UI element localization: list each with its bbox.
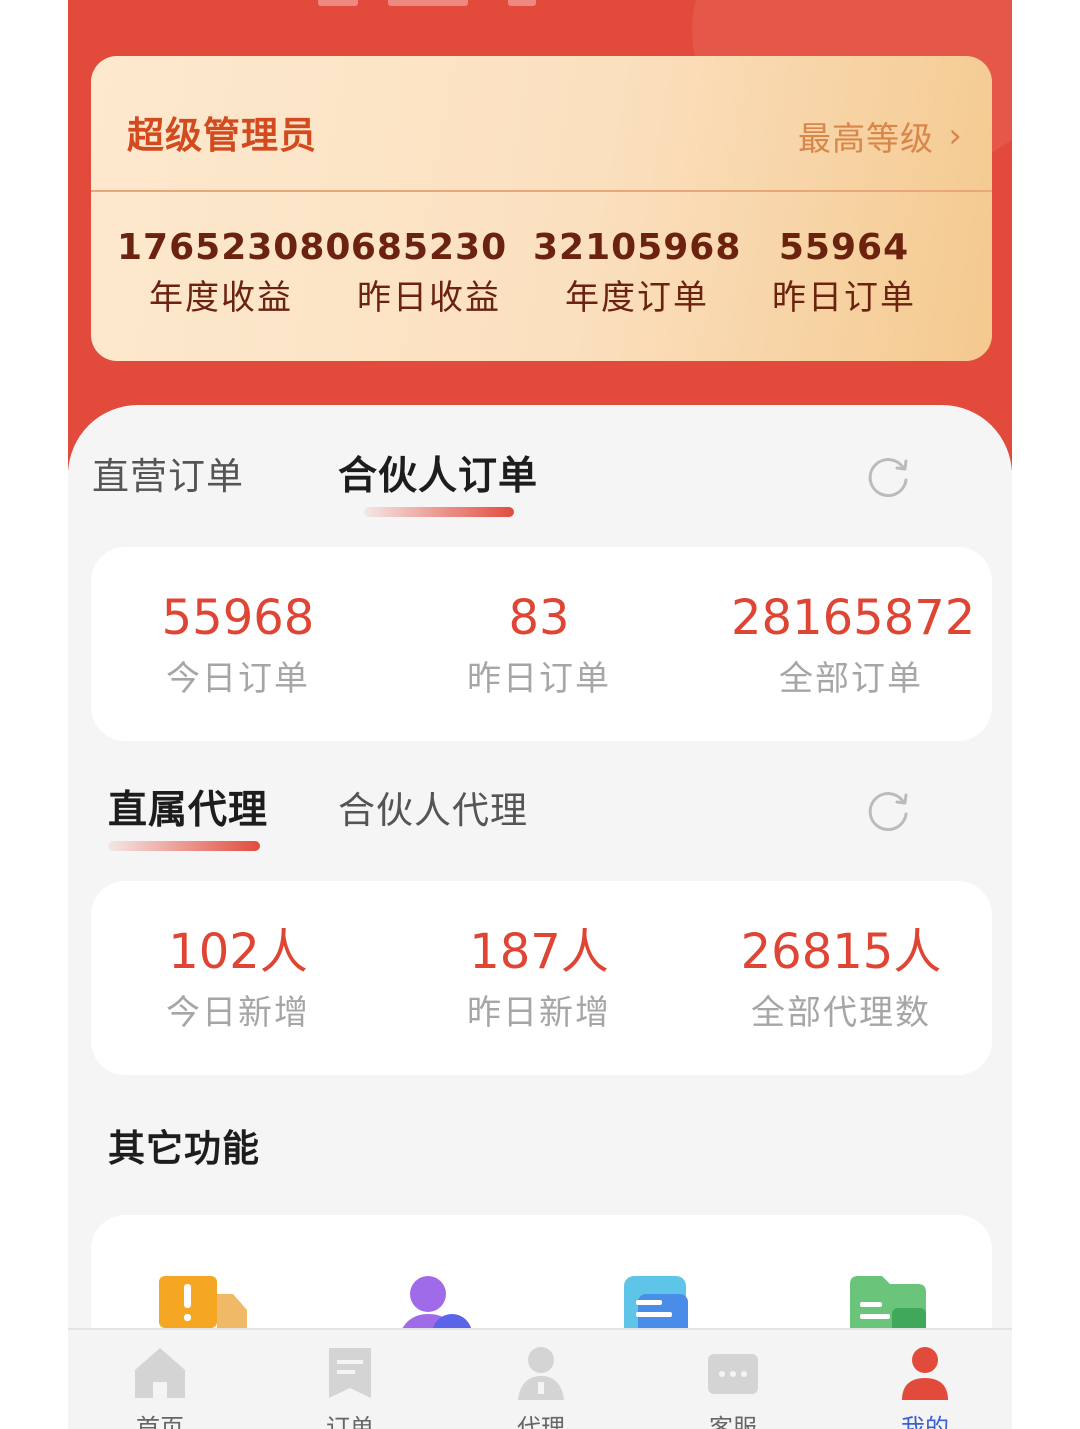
tabbar-label: 客服 <box>709 1414 757 1429</box>
stat-label: 昨日收益 <box>357 278 501 318</box>
stat-today-new-agents[interactable]: 102人 今日新增 <box>138 919 338 1041</box>
stat-label: 今日新增 <box>166 993 310 1033</box>
divider <box>91 190 992 192</box>
tab-direct-orders[interactable]: 直营订单 <box>92 447 244 507</box>
tab-partner-orders[interactable]: 合伙人订单 <box>338 447 539 517</box>
stat-today-orders[interactable]: 55968 今日订单 <box>138 585 338 707</box>
stat-value: 55964 <box>778 227 910 268</box>
stat-all-agents[interactable]: 26815人 全部代理数 <box>731 919 951 1041</box>
stat-value: 187人 <box>469 924 609 980</box>
stat-label: 今日订单 <box>166 659 310 699</box>
level-link[interactable]: 最高等级 <box>798 112 934 160</box>
stat-value: 102人 <box>168 924 308 980</box>
tabbar-item-agents[interactable]: 代理 <box>481 1344 601 1429</box>
phone-screen: 超级管理员 最高等级 › 176523080 年度收益 685230 昨日收益 … <box>68 0 1012 1429</box>
tabbar-label: 我的 <box>901 1414 949 1429</box>
role-title: 超级管理员 <box>127 114 317 157</box>
stat-yesterday-new-agents[interactable]: 187人 昨日新增 <box>439 919 639 1041</box>
status-bar-fragment <box>318 0 358 6</box>
stat-value: 32105968 <box>533 227 742 268</box>
refresh-icon[interactable] <box>866 787 912 833</box>
chevron-right-icon[interactable]: › <box>948 116 962 156</box>
summary-stats: 176523080 年度收益 685230 昨日收益 32105968 年度订单… <box>117 224 947 324</box>
tab-label: 合伙人订单 <box>338 454 539 499</box>
stat-value: 28165872 <box>731 590 976 646</box>
tabbar-item-orders[interactable]: 订单 <box>290 1344 410 1429</box>
stat-yesterday-revenue: 685230 昨日收益 <box>325 224 533 324</box>
stat-annual-orders: 32105968 年度订单 <box>533 224 741 324</box>
stat-label: 昨日新增 <box>467 993 611 1033</box>
order-stats-card: 55968 今日订单 83 昨日订单 28165872 全部订单 <box>91 547 992 741</box>
stat-label: 昨日订单 <box>467 659 611 699</box>
stat-label: 全部代理数 <box>751 993 931 1033</box>
tab-underline <box>364 507 514 517</box>
tab-label: 直属代理 <box>108 788 269 833</box>
stat-label: 年度订单 <box>565 278 709 318</box>
tabbar-label: 订单 <box>326 1414 374 1429</box>
tabbar-item-home[interactable]: 首页 <box>100 1344 220 1429</box>
order-icon <box>329 1348 371 1398</box>
stat-label: 昨日订单 <box>772 278 916 318</box>
tabbar-item-service[interactable]: 客服 <box>673 1344 793 1429</box>
stat-value: 83 <box>508 590 570 646</box>
agent-icon <box>518 1347 564 1400</box>
stat-value: 176523080 <box>117 227 352 268</box>
tabbar-label: 首页 <box>136 1414 184 1429</box>
admin-summary-card: 超级管理员 最高等级 › 176523080 年度收益 685230 昨日收益 … <box>91 56 992 361</box>
tabbar-item-mine[interactable]: 我的 <box>865 1344 985 1429</box>
section-title: 其它功能 <box>108 1127 260 1170</box>
chat-icon <box>708 1354 758 1394</box>
tabbar-label: 代理 <box>517 1414 565 1429</box>
home-icon <box>135 1348 185 1398</box>
bottom-tab-bar: 首页 订单 代理 客服 我的 <box>68 1328 1012 1429</box>
stat-yesterday-orders[interactable]: 83 昨日订单 <box>439 585 639 707</box>
tab-partner-agents[interactable]: 合伙人代理 <box>338 781 528 841</box>
stat-value: 685230 <box>350 227 508 268</box>
refresh-icon[interactable] <box>866 453 912 499</box>
stat-value: 55968 <box>161 590 315 646</box>
stat-label: 年度收益 <box>149 278 293 318</box>
tab-direct-agents[interactable]: 直属代理 <box>108 781 269 851</box>
stat-label: 全部订单 <box>779 659 923 699</box>
user-icon <box>902 1347 948 1400</box>
order-tabs: 直营订单 合伙人订单 <box>68 447 1012 527</box>
tab-underline <box>108 841 260 851</box>
agent-tabs: 直属代理 合伙人代理 <box>68 781 1012 861</box>
stat-yesterday-orders: 55964 昨日订单 <box>741 224 947 324</box>
stat-all-orders[interactable]: 28165872 全部订单 <box>731 585 976 707</box>
status-bar-fragment <box>388 0 468 6</box>
status-bar-fragment <box>508 0 536 6</box>
agent-stats-card: 102人 今日新增 187人 昨日新增 26815人 全部代理数 <box>91 881 992 1075</box>
stat-annual-revenue: 176523080 年度收益 <box>117 224 352 324</box>
stat-value: 26815人 <box>740 924 942 980</box>
